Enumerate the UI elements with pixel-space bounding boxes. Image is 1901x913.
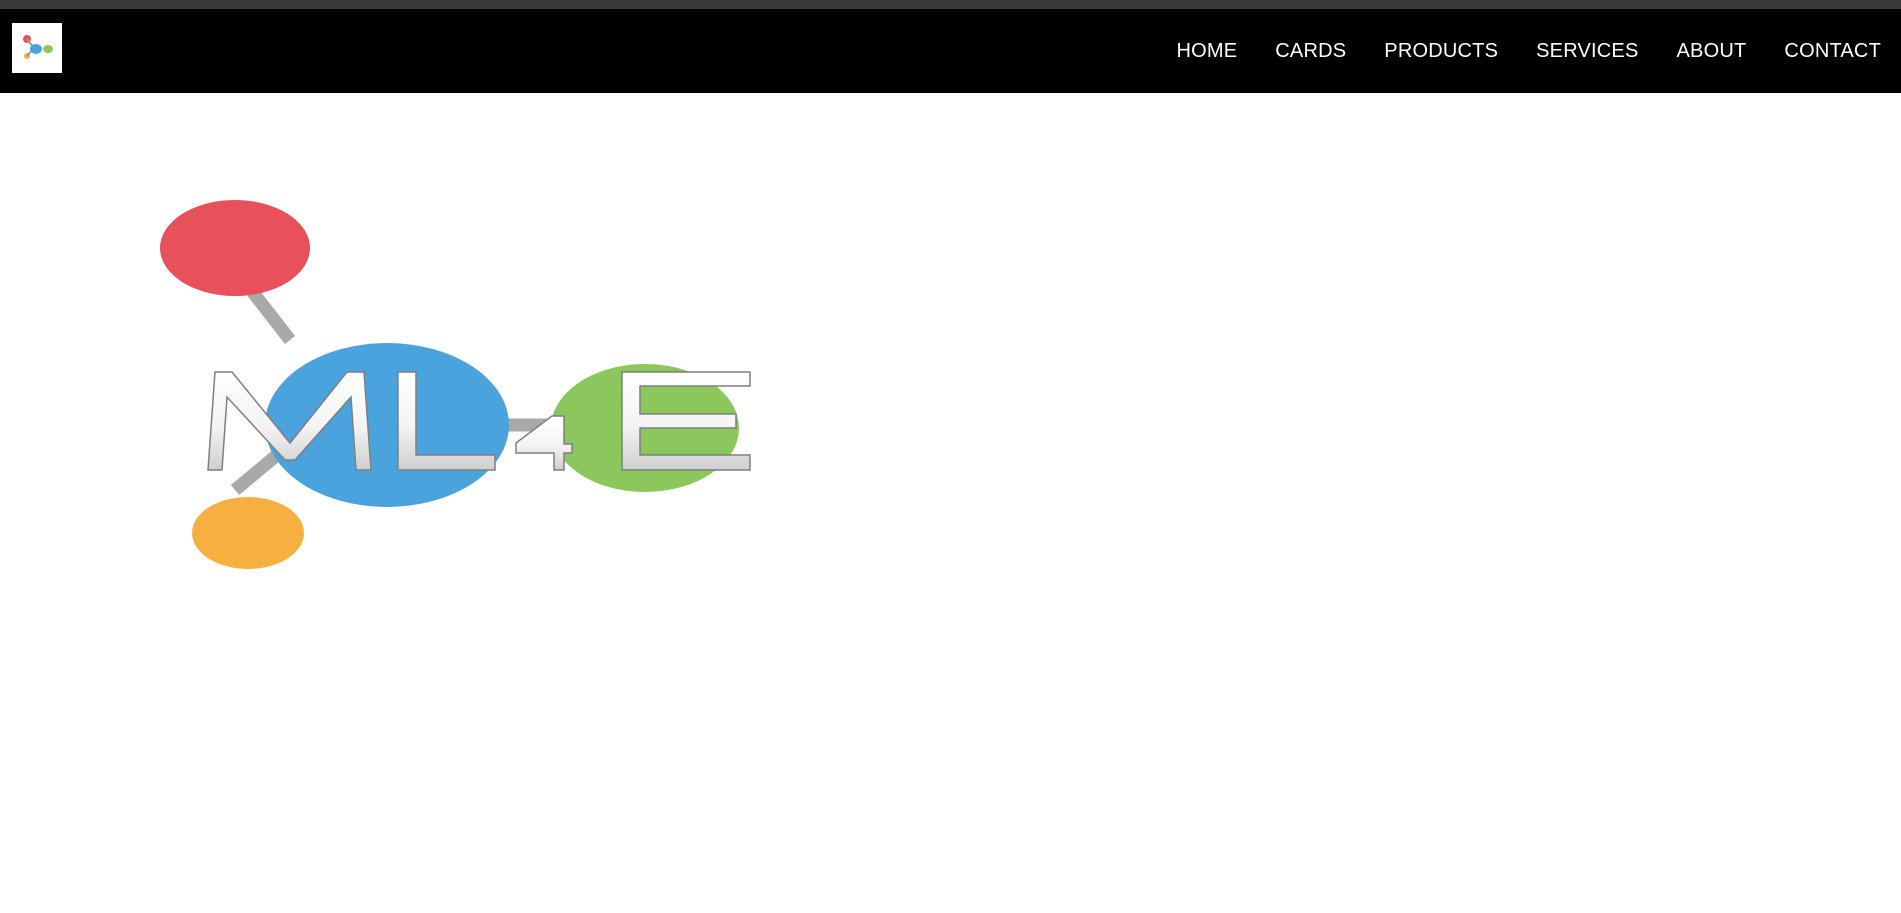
ml4e-hero-logo-graphic: [160, 200, 751, 569]
red-node: [160, 200, 310, 296]
blue-node: [265, 343, 509, 507]
nav-menu: HOME CARDS PRODUCTS SERVICES ABOUT CONTA…: [1138, 9, 1881, 93]
nav-link-products[interactable]: PRODUCTS: [1384, 40, 1498, 62]
nav-link-home[interactable]: HOME: [1176, 40, 1237, 62]
hero-logo: [120, 190, 770, 610]
nav-link-services[interactable]: SERVICES: [1536, 40, 1638, 62]
brand-logo-link[interactable]: [12, 23, 62, 73]
nav-link-cards[interactable]: CARDS: [1275, 40, 1346, 62]
browser-top-strip: [0, 0, 1901, 9]
nav-link-contact[interactable]: CONTACT: [1784, 40, 1881, 62]
nav-item-products: PRODUCTS: [1384, 40, 1498, 63]
nav-item-home: HOME: [1176, 40, 1237, 63]
nav-link-about[interactable]: ABOUT: [1677, 40, 1747, 62]
ml4e-logo-icon: [23, 35, 53, 59]
orange-node: [192, 497, 304, 569]
nav-item-services: SERVICES: [1536, 40, 1638, 63]
navbar: HOME CARDS PRODUCTS SERVICES ABOUT CONTA…: [0, 9, 1901, 93]
nav-item-cards: CARDS: [1275, 40, 1346, 63]
nav-item-about: ABOUT: [1677, 40, 1747, 63]
nav-item-contact: CONTACT: [1784, 40, 1881, 63]
